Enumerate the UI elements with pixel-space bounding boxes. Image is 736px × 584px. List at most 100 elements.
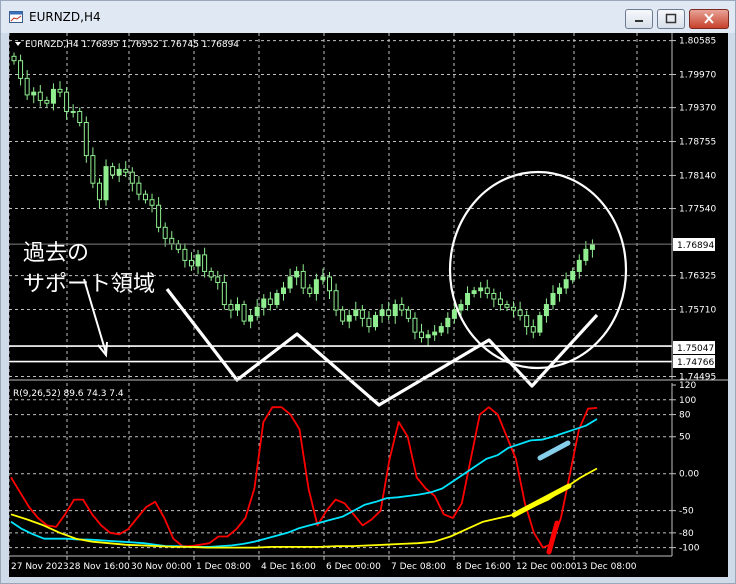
candle-body: [162, 226, 168, 239]
candle-body: [83, 122, 89, 157]
chart-header: EURNZD,H4 1.76895 1.76952 1.76745 1.7689…: [25, 40, 239, 50]
candle-body: [307, 287, 313, 295]
time-tick-label: 7 Dec 08:00: [391, 562, 446, 572]
candle-body: [274, 293, 280, 306]
chart-window: EURNZD,H4 1.80585 1.79970 1.79370 1.78755 1.…: [0, 0, 736, 584]
candle-body: [451, 309, 457, 319]
candle-body: [142, 193, 148, 201]
candle-body: [589, 243, 595, 250]
candle-body: [432, 331, 438, 336]
candle-body: [465, 293, 471, 306]
minimize-button[interactable]: [625, 9, 653, 29]
candle-body: [195, 254, 201, 267]
candle-body: [353, 309, 359, 317]
price-tick-label: 1.76325: [679, 272, 716, 282]
candle-body: [103, 166, 109, 201]
maximize-button[interactable]: [657, 9, 685, 29]
candle-body: [90, 155, 96, 184]
time-tick-label: 30 Nov 00:00: [131, 562, 192, 572]
candle-body: [327, 276, 333, 292]
candle-body: [228, 304, 234, 311]
candle-body: [241, 304, 247, 322]
time-tick-label: 4 Dec 16:00: [261, 562, 316, 572]
candle-body: [478, 287, 484, 292]
close-icon: [704, 13, 714, 24]
maximize-icon: [665, 13, 677, 24]
indicator-tick-label: 100: [679, 396, 696, 406]
price-tick-label: 1.78140: [679, 171, 716, 181]
candle-body: [438, 326, 444, 333]
candle-body: [280, 287, 286, 295]
candle-body: [221, 281, 227, 306]
candle-body: [44, 99, 50, 104]
indicator-tick-label: -50: [679, 507, 694, 517]
indicator-tick-label: -80: [679, 529, 694, 539]
indicator-tick-label: 80: [679, 411, 691, 421]
candle-body: [208, 270, 214, 278]
price-tick-label: 1.79970: [679, 71, 716, 81]
price-tick-label: 1.78755: [679, 138, 716, 148]
candle-body: [366, 317, 372, 328]
candle-body: [497, 298, 503, 306]
candle-body: [399, 304, 405, 311]
candle-body: [392, 304, 398, 317]
candle-body: [386, 309, 392, 317]
candle-body: [563, 279, 569, 289]
candle-body: [267, 298, 273, 306]
candle-body: [320, 276, 326, 281]
candle-body: [156, 204, 162, 228]
candle-body: [202, 254, 208, 272]
candle-body: [24, 77, 30, 96]
chart-canvas[interactable]: 1.80585 1.79970 1.79370 1.78755 1.78140 1.775…: [8, 33, 728, 577]
candle-body: [136, 182, 142, 195]
candle-body: [530, 326, 536, 333]
candle-body: [425, 334, 431, 339]
candle-body: [11, 55, 17, 62]
candle-body: [287, 276, 293, 289]
candle-body: [511, 306, 517, 311]
indicator-header: R(9,26,52) 89.6 74.3 7.4: [13, 389, 124, 399]
candle-body: [169, 237, 175, 245]
close-button[interactable]: [689, 9, 729, 29]
candle-body: [31, 91, 37, 96]
title-bar[interactable]: EURNZD,H4: [1, 1, 735, 33]
candle-body: [504, 304, 510, 308]
chart-area[interactable]: 1.80585 1.79970 1.79370 1.78755 1.78140 1.775…: [8, 33, 728, 577]
candle-body: [550, 293, 556, 306]
candle-body: [346, 315, 352, 322]
candle-body: [491, 293, 497, 300]
candle-body: [419, 331, 425, 339]
candle-body: [294, 270, 300, 278]
time-tick-label: 8 Dec 16:00: [456, 562, 511, 572]
candle-body: [123, 168, 129, 173]
candle-body: [70, 110, 76, 113]
candle-body: [333, 290, 339, 311]
indicator-tick-label: 120: [679, 381, 696, 391]
candle-body: [359, 309, 365, 319]
candle-body: [116, 168, 122, 176]
time-tick-label: 1 Dec 08:00: [196, 562, 251, 572]
candle-body: [182, 248, 188, 261]
time-tick-label: 13 Dec 08:00: [576, 562, 637, 572]
candle-body: [373, 315, 379, 328]
minimize-icon: [635, 20, 643, 22]
time-tick-label: 27 Nov 2023: [11, 562, 69, 572]
price-tick-label: 1.80585: [679, 37, 716, 47]
time-tick-label: 6 Dec 00:00: [326, 562, 381, 572]
candle-body: [188, 259, 194, 267]
price-tick-label: 1.77540: [679, 205, 716, 215]
current-price-tag: 1.76894: [677, 241, 714, 251]
candle-body: [77, 110, 83, 124]
indicator-tick-label: 50: [679, 433, 691, 443]
candle-body: [583, 248, 589, 261]
indicator-tick-label: 0.00: [679, 470, 699, 480]
candle-body: [300, 270, 306, 289]
time-tick-label: 28 Nov 16:00: [69, 562, 130, 572]
time-tick-label: 12 Dec 00:00: [516, 562, 577, 572]
candle-body: [254, 306, 260, 317]
candle-body: [261, 298, 267, 308]
candle-body: [215, 276, 221, 283]
candle-body: [37, 91, 43, 101]
level-tag-1: 1.75047: [677, 344, 714, 354]
candle-body: [248, 315, 254, 322]
